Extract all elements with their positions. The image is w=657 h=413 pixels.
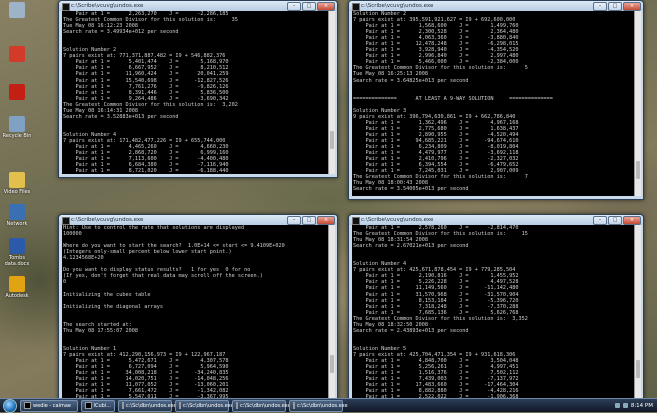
recycle-bin-icon (9, 2, 25, 18)
console-icon (62, 217, 70, 225)
desktop-icon[interactable] (2, 84, 32, 101)
taskbar-item[interactable]: ICubi... (81, 399, 115, 412)
network-icon (9, 204, 25, 220)
console-icon (62, 3, 70, 11)
minimize-button[interactable]: – (593, 2, 607, 11)
close-button[interactable]: × (317, 216, 335, 225)
maximize-button[interactable]: □ (302, 2, 316, 11)
recycle-bin-full-icon (9, 116, 25, 132)
folder-icon (9, 172, 25, 188)
desktop-icon[interactable]: Network (2, 204, 32, 227)
clock[interactable]: 8:14 PM (631, 403, 653, 409)
minimize-button[interactable]: – (287, 2, 301, 11)
desktop-icon-label: Autodesk (5, 293, 29, 299)
window-title: c:\Scribe\vcuvg\undos.exe (361, 217, 434, 223)
desktop-icon[interactable]: Autodesk (2, 276, 32, 299)
volume-tray-icon[interactable] (622, 403, 628, 408)
taskbar: wedie - calmae ICubi... c:\Sc\dbn\undos.… (0, 398, 657, 413)
maximize-button[interactable]: □ (608, 2, 622, 11)
minimize-button[interactable]: – (287, 216, 301, 225)
console-icon (293, 402, 295, 409)
maximize-button[interactable]: □ (302, 216, 316, 225)
window-title: c:\Scribe\vcuvg\undos.exe (71, 3, 144, 9)
network-tray-icon[interactable] (614, 403, 620, 408)
console-icon (352, 217, 360, 225)
desktop-icon[interactable] (2, 2, 32, 19)
system-tray: 8:14 PM (611, 399, 657, 412)
console-text: Solution Number 2 7 pairs exist at: 395,… (353, 11, 553, 193)
console-window-4[interactable]: c:\Scribe\vcuvg\undos.exe – □ × Pair at … (348, 214, 644, 402)
console-window-1[interactable]: c:\Scribe\vcuvg\undos.exe – □ × Pair at … (58, 0, 338, 178)
window-titlebar[interactable]: c:\Scribe\vcuvg\undos.exe – □ × (59, 215, 337, 225)
vertical-scrollbar[interactable] (634, 225, 641, 398)
desktop-icon-label: Network (6, 221, 28, 227)
window-titlebar[interactable]: c:\Scribe\vcuvg\undos.exe – □ × (59, 1, 337, 11)
app-icon (85, 402, 92, 409)
adobe-reader-icon (9, 84, 25, 100)
console-icon (179, 402, 181, 409)
pdf-icon (9, 46, 25, 62)
window-titlebar[interactable]: c:\Scribe\vcuvg\undos.exe – □ × (349, 215, 643, 225)
desktop-icon-label: Tombs data.docx (4, 255, 30, 267)
window-title: c:\Scribe\vcuvg\undos.exe (71, 217, 144, 223)
taskbar-item[interactable]: c:\Sc\dbn\undos.exe (175, 399, 234, 412)
scrollbar-thumb[interactable] (636, 360, 640, 378)
taskbar-item[interactable]: wedie - calmae (20, 399, 78, 412)
vertical-scrollbar[interactable] (328, 11, 335, 174)
desktop-icon[interactable]: Tombs data.docx (2, 238, 32, 267)
word-doc-icon (9, 238, 25, 254)
console-output[interactable]: Pair at 1 = 2,263,270 J = -2,286,185 The… (62, 11, 328, 174)
scrollbar-thumb[interactable] (330, 131, 334, 149)
console-icon (352, 3, 360, 11)
app-icon (24, 402, 31, 409)
minimize-button[interactable]: – (593, 216, 607, 225)
vertical-scrollbar[interactable] (328, 225, 335, 398)
console-window-2[interactable]: c:\Scribe\vcuvg\undos.exe – □ × Solution… (348, 0, 644, 200)
vertical-scrollbar[interactable] (634, 11, 641, 196)
console-text: Pair at 1 = 2,263,270 J = -2,286,185 The… (63, 11, 238, 174)
app-icon (9, 276, 25, 292)
taskbar-item[interactable]: c:\Sc\dbn\undos.exe (232, 399, 291, 412)
taskbar-item[interactable]: c:\Sc\dbn\undos.exe (289, 399, 348, 412)
desktop-icon-label: Video Files (3, 189, 31, 195)
console-output[interactable]: Solution Number 2 7 pairs exist at: 395,… (352, 11, 634, 196)
desktop-icon[interactable]: Recycle Bin (2, 116, 32, 139)
console-output[interactable]: Hint: Use to control the rate that solut… (62, 225, 328, 398)
console-output[interactable]: Pair at 1 = 2,578,260 J = -2,814,470 The… (352, 225, 634, 398)
scrollbar-thumb[interactable] (330, 355, 334, 373)
desktop-icon[interactable] (2, 46, 32, 63)
console-text: Pair at 1 = 2,578,260 J = -2,814,470 The… (353, 225, 528, 398)
console-icon (122, 402, 124, 409)
console-window-3[interactable]: c:\Scribe\vcuvg\undos.exe – □ × Hint: Us… (58, 214, 338, 402)
close-button[interactable]: × (317, 2, 335, 11)
window-titlebar[interactable]: c:\Scribe\vcuvg\undos.exe – □ × (349, 1, 643, 11)
console-icon (236, 402, 238, 409)
scrollbar-thumb[interactable] (636, 161, 640, 179)
desktop-icon[interactable]: Video Files (2, 172, 32, 195)
maximize-button[interactable]: □ (608, 216, 622, 225)
close-button[interactable]: × (623, 2, 641, 11)
close-button[interactable]: × (623, 216, 641, 225)
desktop-icon-label: Recycle Bin (2, 133, 32, 139)
taskbar-item[interactable]: c:\Sc\dbn\undos.exe (118, 399, 177, 412)
window-title: c:\Scribe\vcuvg\undos.exe (361, 3, 434, 9)
console-text: Hint: Use to control the rate that solut… (63, 225, 285, 398)
start-button[interactable] (3, 398, 17, 413)
